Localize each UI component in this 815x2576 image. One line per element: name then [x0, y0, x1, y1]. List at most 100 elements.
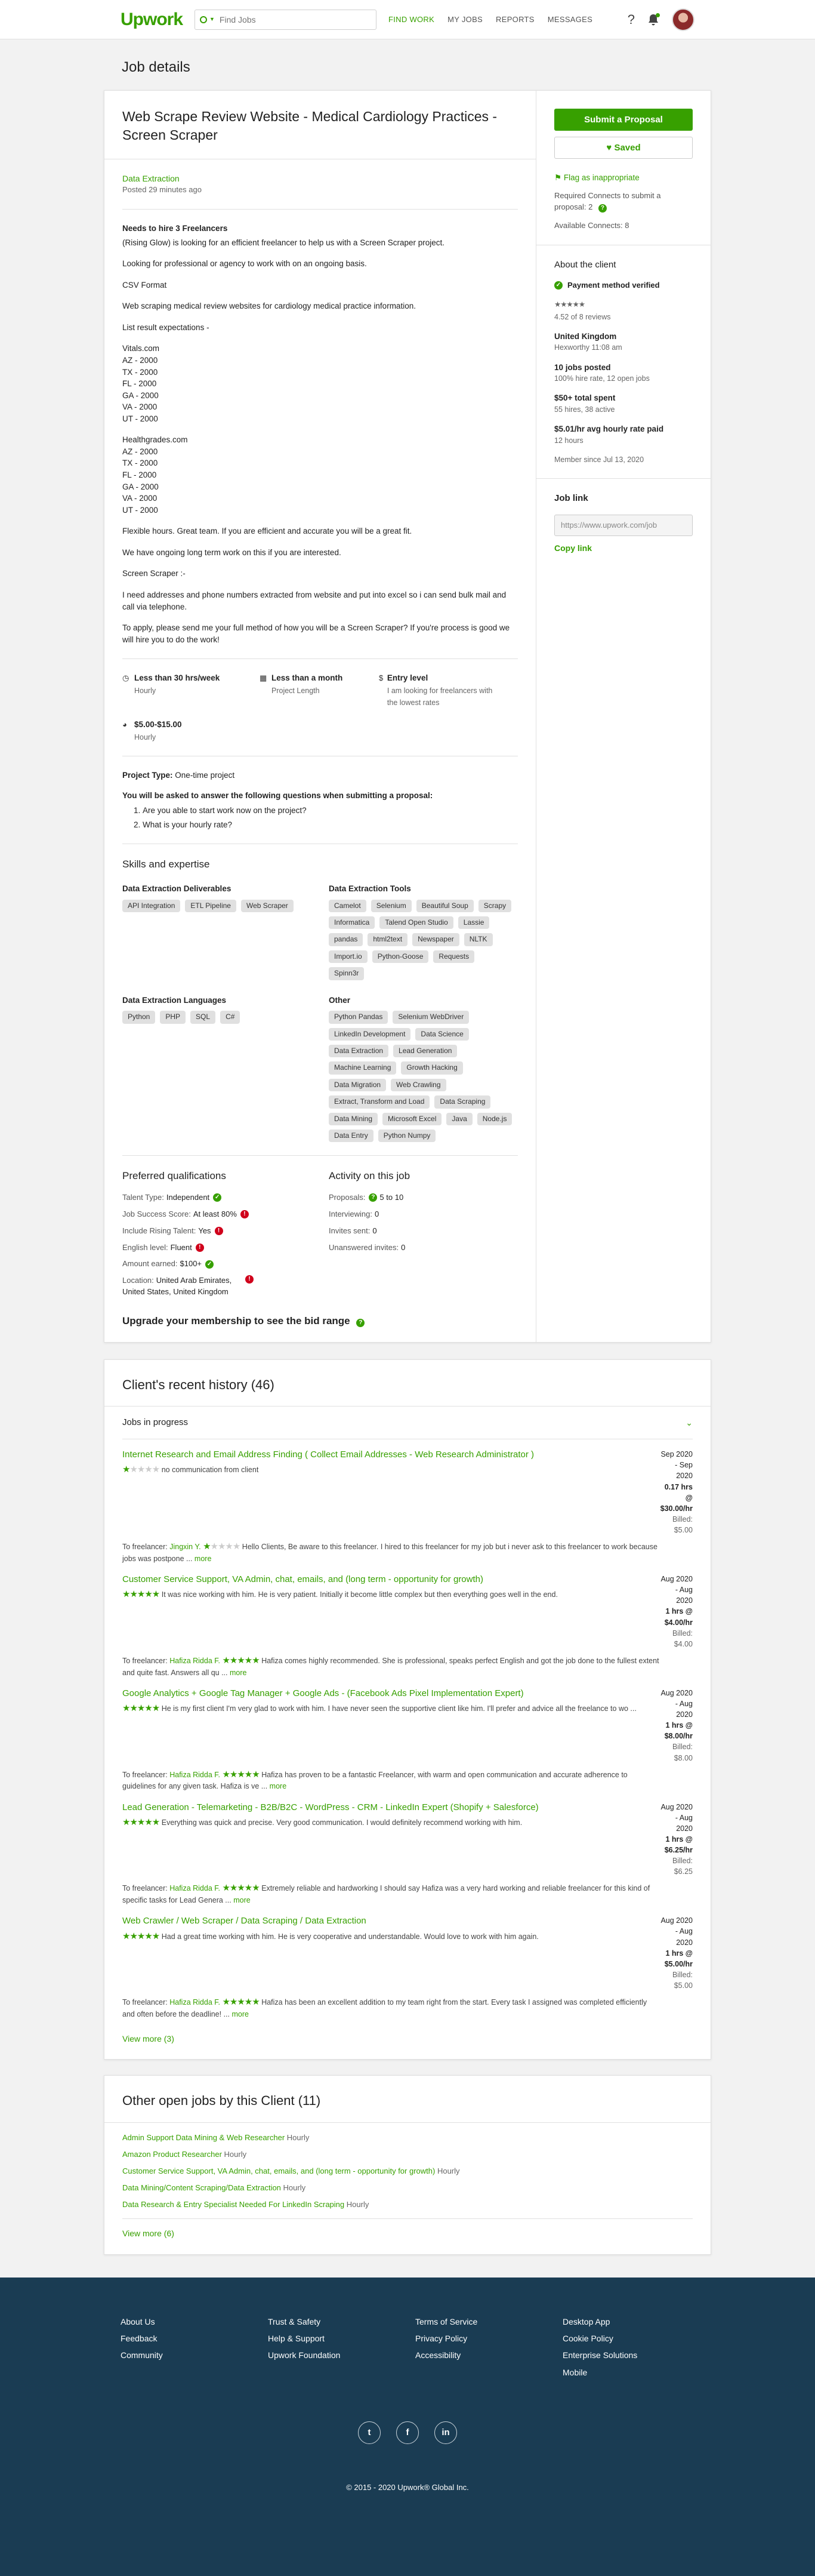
skill-tag[interactable]: Python Numpy [378, 1129, 436, 1143]
footer-link[interactable]: Terms of Service [415, 2316, 563, 2328]
linkedin-icon[interactable]: in [434, 2421, 457, 2444]
skill-tag[interactable]: Camelot [329, 899, 366, 913]
skill-tag[interactable]: PHP [160, 1011, 186, 1024]
footer-link[interactable]: Accessibility [415, 2349, 563, 2361]
skill-tag[interactable]: Web Crawling [391, 1078, 446, 1092]
more-link[interactable]: more [270, 1782, 286, 1790]
nav-messages[interactable]: MESSAGES [548, 14, 592, 26]
history-view-more[interactable]: View more (3) [122, 2033, 693, 2045]
skill-tag[interactable]: Growth Hacking [401, 1061, 463, 1075]
skill-tag[interactable]: Scrapy [478, 899, 512, 913]
notification-bell-icon[interactable] [647, 13, 660, 26]
footer-link[interactable]: Cookie Policy [563, 2332, 694, 2344]
other-jobs-view-more[interactable]: View more (6) [122, 2227, 693, 2239]
skill-tag[interactable]: NLTK [464, 933, 493, 946]
help-icon[interactable]: ? [598, 204, 607, 213]
job-category-link[interactable]: Data Extraction [122, 174, 180, 183]
freelancer-link[interactable]: Hafiza Ridda F. [169, 1884, 220, 1892]
search-icon[interactable] [200, 16, 207, 23]
jobs-in-progress-toggle[interactable]: Jobs in progress ⌄ [122, 1407, 693, 1440]
more-link[interactable]: more [233, 1896, 250, 1904]
skill-tag[interactable]: Informatica [329, 916, 375, 930]
skill-tag[interactable]: Extract, Transform and Load [329, 1095, 430, 1109]
footer-link[interactable]: Community [121, 2349, 268, 2361]
upwork-logo[interactable]: Upwork [121, 7, 187, 33]
footer-link[interactable]: Trust & Safety [268, 2316, 415, 2328]
skill-tag[interactable]: Talend Open Studio [379, 916, 453, 930]
search-box[interactable]: ▼ [195, 10, 376, 30]
help-icon[interactable]: ? [369, 1193, 378, 1202]
skill-tag[interactable]: Data Science [415, 1027, 469, 1041]
skill-tag[interactable]: Node.js [477, 1112, 513, 1125]
skill-tag[interactable]: Beautiful Soup [416, 899, 474, 913]
freelancer-link[interactable]: Hafiza Ridda F. [169, 1771, 220, 1779]
history-job-title[interactable]: Web Crawler / Web Scraper / Data Scrapin… [122, 1915, 576, 1927]
footer-link[interactable]: Privacy Policy [415, 2332, 563, 2344]
more-link[interactable]: more [231, 2010, 248, 2018]
footer-link[interactable]: Help & Support [268, 2332, 415, 2344]
skill-tag[interactable]: Java [446, 1112, 473, 1125]
skill-tag[interactable]: Python-Goose [372, 950, 429, 964]
skill-tag[interactable]: C# [220, 1011, 240, 1024]
twitter-icon[interactable]: t [358, 2421, 381, 2444]
skill-tag[interactable]: html2text [368, 933, 408, 946]
skill-tag[interactable]: Data Mining [329, 1112, 378, 1125]
skill-tag[interactable]: Python Pandas [329, 1011, 388, 1024]
other-job-link[interactable]: Data Research & Entry Specialist Needed … [122, 2200, 344, 2209]
skill-tag[interactable]: Data Migration [329, 1078, 387, 1092]
footer-link[interactable]: Enterprise Solutions [563, 2349, 694, 2361]
history-job-title[interactable]: Google Analytics + Google Tag Manager + … [122, 1688, 576, 1700]
avatar[interactable] [672, 8, 694, 31]
freelancer-link[interactable]: Hafiza Ridda F. [169, 1657, 220, 1665]
skill-tag[interactable]: Lassie [458, 916, 490, 930]
other-job-link[interactable]: Amazon Product Researcher [122, 2150, 222, 2159]
skill-tag[interactable]: Selenium WebDriver [393, 1011, 470, 1024]
skill-tag[interactable]: Newspaper [412, 933, 459, 946]
skill-tag[interactable]: Machine Learning [329, 1061, 397, 1075]
history-job-title[interactable]: Lead Generation - Telemarketing - B2B/B2… [122, 1802, 576, 1814]
skill-tag[interactable]: API Integration [122, 899, 181, 913]
footer-link[interactable]: About Us [121, 2316, 268, 2328]
freelancer-link[interactable]: Hafiza Ridda F. [169, 1998, 220, 2006]
job-link-input[interactable] [554, 514, 693, 536]
skill-tag[interactable]: Web Scraper [240, 899, 294, 913]
skill-tag[interactable]: Microsoft Excel [382, 1112, 442, 1125]
skill-tag[interactable]: Data Extraction [329, 1044, 389, 1058]
skill-tag[interactable]: Requests [433, 950, 475, 964]
skill-tag[interactable]: Import.io [329, 950, 368, 964]
skill-tag[interactable]: Data Scraping [434, 1095, 491, 1109]
other-job-link[interactable]: Admin Support Data Mining & Web Research… [122, 2133, 285, 2142]
skill-tag[interactable]: SQL [190, 1011, 216, 1024]
nav-reports[interactable]: REPORTS [496, 14, 535, 26]
saved-button[interactable]: ♥ Saved [554, 136, 693, 159]
chevron-down-icon[interactable]: ▼ [209, 16, 215, 23]
skill-tag[interactable]: Data Entry [329, 1129, 373, 1143]
nav-find-work[interactable]: FIND WORK [388, 14, 434, 26]
footer-link[interactable]: Upwork Foundation [268, 2349, 415, 2361]
skill-tag[interactable]: pandas [329, 933, 363, 946]
more-link[interactable]: more [195, 1555, 211, 1563]
history-job-title[interactable]: Internet Research and Email Address Find… [122, 1449, 576, 1461]
copy-link-button[interactable]: Copy link [554, 542, 693, 554]
search-input[interactable] [219, 15, 357, 24]
other-job-link[interactable]: Data Mining/Content Scraping/Data Extrac… [122, 2183, 281, 2192]
more-link[interactable]: more [230, 1669, 246, 1677]
facebook-icon[interactable]: f [396, 2421, 419, 2444]
nav-my-jobs[interactable]: MY JOBS [447, 14, 483, 26]
footer-link[interactable]: Feedback [121, 2332, 268, 2344]
flag-inappropriate-link[interactable]: ⚑ Flag as inappropriate [554, 172, 693, 184]
history-job-title[interactable]: Customer Service Support, VA Admin, chat… [122, 1574, 576, 1586]
skill-tag[interactable]: Spinn3r [329, 967, 365, 980]
skill-tag[interactable]: Selenium [371, 899, 412, 913]
help-icon[interactable]: ? [628, 10, 635, 29]
submit-proposal-button[interactable]: Submit a Proposal [554, 108, 693, 131]
other-job-link[interactable]: Customer Service Support, VA Admin, chat… [122, 2166, 435, 2175]
help-icon[interactable]: ? [356, 1318, 365, 1327]
skill-tag[interactable]: ETL Pipeline [185, 899, 236, 913]
skill-tag[interactable]: Python [122, 1011, 156, 1024]
footer-link[interactable]: Mobile [563, 2366, 694, 2378]
chevron-down-icon[interactable]: ⌄ [686, 1417, 693, 1429]
freelancer-link[interactable]: Jingxin Y. [169, 1543, 200, 1551]
skill-tag[interactable]: LinkedIn Development [329, 1027, 411, 1041]
skill-tag[interactable]: Lead Generation [393, 1044, 458, 1058]
